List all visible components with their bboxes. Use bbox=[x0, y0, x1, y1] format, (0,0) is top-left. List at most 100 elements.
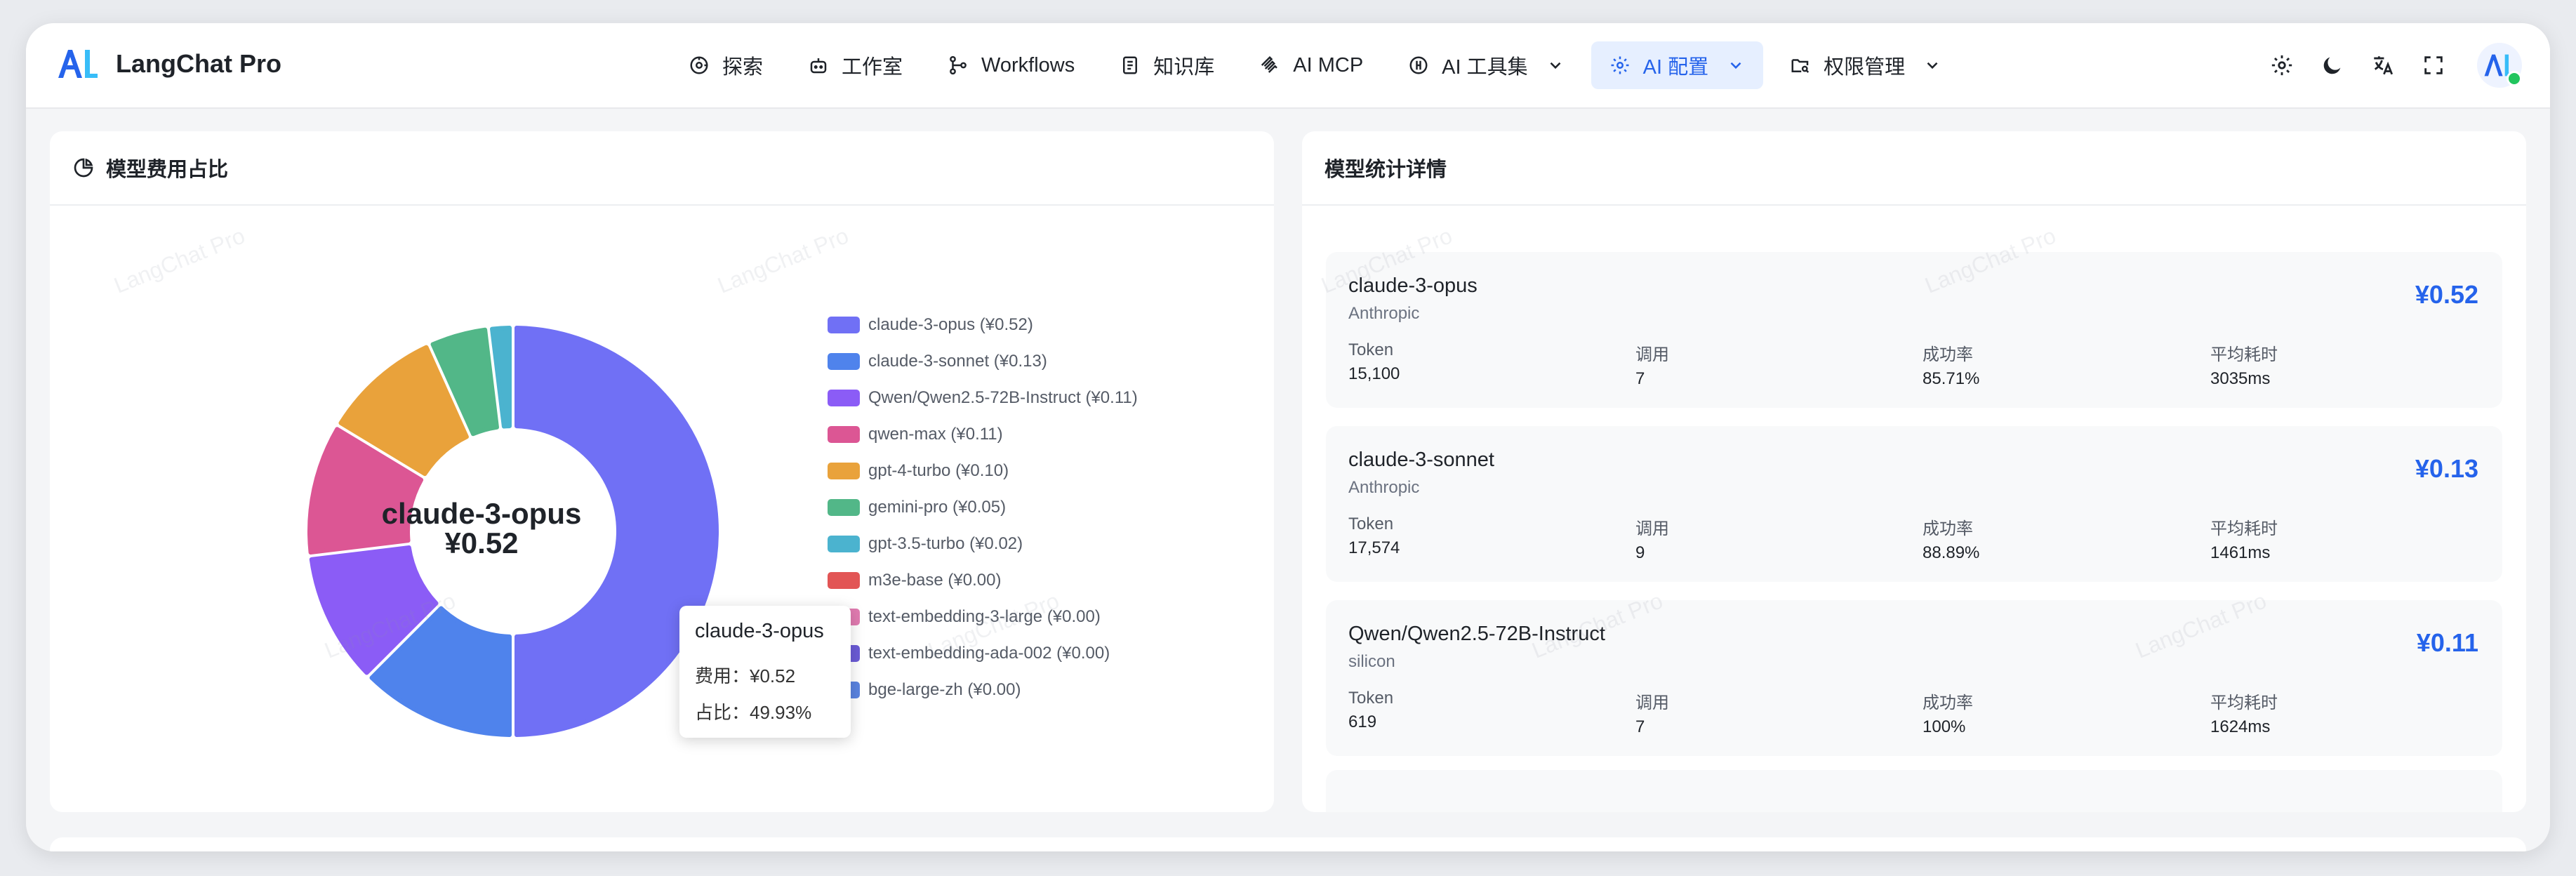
fullscreen-button[interactable] bbox=[2411, 43, 2456, 88]
metric-label: 成功率 bbox=[1923, 345, 1973, 364]
folder-key-icon bbox=[1791, 59, 1810, 73]
language-button[interactable] bbox=[2361, 43, 2405, 88]
nav-item-studio[interactable]: 工作室 bbox=[790, 41, 921, 89]
legend-label: text-embedding-ada-002 (¥0.00) bbox=[868, 644, 1110, 663]
main-nav: 探索 工作室 Workflows 知识库 AI MCP AI 工具集 AI 配置… bbox=[670, 41, 1968, 89]
metric-label: 调用 bbox=[1635, 345, 1669, 364]
avatar[interactable] bbox=[2477, 43, 2522, 88]
legend-item[interactable]: gemini-pro (¥0.05) bbox=[828, 489, 1138, 526]
model-stat-item-partial[interactable] bbox=[1326, 770, 2502, 812]
tooltip-ratio-row: 占比：49.93% bbox=[695, 698, 811, 724]
mcp-icon bbox=[1261, 55, 1278, 73]
legend-swatch bbox=[828, 390, 860, 406]
model-cost: ¥0.11 bbox=[2416, 628, 2478, 657]
legend-label: gpt-3.5-turbo (¥0.02) bbox=[868, 534, 1023, 553]
metric-value: 3035ms bbox=[2210, 369, 2271, 388]
legend-swatch bbox=[828, 426, 860, 443]
card-title: 模型统计详情 bbox=[1324, 159, 1447, 181]
nav-item-knowledge[interactable]: 知识库 bbox=[1101, 41, 1233, 89]
nav-item-permissions[interactable]: 权限管理 bbox=[1772, 41, 1960, 89]
model-cost-card: 模型费用占比 claude-3-opus ¥0.52 claude-3-opus… bbox=[50, 131, 1274, 812]
legend-label: text-embedding-3-large (¥0.00) bbox=[868, 607, 1101, 626]
legend-item[interactable]: qwen-max (¥0.11) bbox=[828, 416, 1138, 453]
app-window: LangChat Pro 探索 工作室 Workflows 知识库 AI MCP bbox=[26, 23, 2550, 851]
metric-value: 7 bbox=[1635, 369, 1645, 388]
legend-label: Qwen/Qwen2.5-72B-Instruct (¥0.11) bbox=[868, 388, 1138, 407]
legend-item[interactable]: gpt-4-turbo (¥0.10) bbox=[828, 453, 1138, 489]
legend-label: qwen-max (¥0.11) bbox=[868, 425, 1003, 444]
fullscreen-icon bbox=[2424, 56, 2443, 74]
legend-swatch bbox=[828, 317, 860, 333]
chart-legend: claude-3-opus (¥0.52) claude-3-sonnet (¥0… bbox=[828, 307, 1138, 708]
brand-name: LangChat Pro bbox=[116, 49, 282, 78]
metric-success-rate: 成功率 85.71% bbox=[1923, 340, 1979, 389]
legend-item[interactable]: gpt-3.5-turbo (¥0.02) bbox=[828, 526, 1138, 562]
nav-item-workflows[interactable]: Workflows bbox=[929, 41, 1093, 89]
legend-swatch bbox=[828, 499, 860, 516]
chevron-down-icon bbox=[1550, 62, 1561, 69]
model-stat-item[interactable]: claude-3-opus Anthropic ¥0.52 Token 15,10… bbox=[1326, 252, 2502, 408]
workflow-icon bbox=[950, 55, 967, 75]
metric-avg-latency: 平均耗时 1624ms bbox=[2210, 689, 2278, 737]
metric-label: Token bbox=[1348, 340, 1394, 359]
nav-item-mcp[interactable]: AI MCP bbox=[1241, 41, 1381, 89]
nav-item-ai-config[interactable]: AI 配置 bbox=[1591, 41, 1764, 89]
metric-value: 17,574 bbox=[1348, 538, 1400, 557]
metric-success-rate: 成功率 88.89% bbox=[1923, 515, 1979, 563]
legend-item[interactable]: claude-3-sonnet (¥0.13) bbox=[828, 343, 1138, 380]
model-cost: ¥0.13 bbox=[2415, 454, 2478, 483]
legend-item[interactable]: m3e-base (¥0.00) bbox=[828, 562, 1138, 599]
tooltip-cost-label: 费用： bbox=[695, 665, 750, 686]
model-name: claude-3-opus bbox=[1348, 274, 1478, 297]
logo-icon bbox=[58, 50, 98, 78]
dark-mode-icon bbox=[2323, 57, 2341, 74]
nav-label: 权限管理 bbox=[1824, 56, 1906, 79]
chart-tooltip: claude-3-opus 费用：¥0.52 占比：49.93% bbox=[679, 606, 851, 738]
metric-calls: 调用 9 bbox=[1635, 515, 1669, 563]
metric-label: 平均耗时 bbox=[2210, 694, 2278, 712]
legend-item[interactable]: bge-large-zh (¥0.00) bbox=[828, 672, 1138, 708]
model-provider: Anthropic bbox=[1348, 304, 1420, 323]
metric-label: 成功率 bbox=[1923, 694, 1973, 712]
legend-swatch bbox=[828, 572, 860, 589]
metric-value: 88.89% bbox=[1923, 543, 1980, 562]
translate-icon bbox=[2374, 56, 2394, 75]
model-name: Qwen/Qwen2.5-72B-Instruct bbox=[1348, 623, 1605, 645]
settings-button[interactable] bbox=[2259, 43, 2304, 88]
gear-icon bbox=[1611, 56, 1629, 74]
metric-value: 100% bbox=[1923, 717, 1966, 736]
metric-value: 7 bbox=[1635, 717, 1645, 736]
tooltip-title: claude-3-opus bbox=[695, 620, 824, 642]
tooltip-ratio-value: 49.93% bbox=[750, 702, 812, 723]
dark-mode-toggle[interactable] bbox=[2310, 43, 2355, 88]
metric-label: 平均耗时 bbox=[2210, 345, 2278, 364]
metric-label: 平均耗时 bbox=[2210, 519, 2278, 538]
robot-icon bbox=[810, 58, 827, 74]
donut-center-label: claude-3-opus ¥0.52 bbox=[369, 499, 594, 558]
brand[interactable]: LangChat Pro bbox=[57, 48, 281, 79]
metric-value: 1461ms bbox=[2210, 543, 2271, 562]
legend-item[interactable]: text-embedding-3-large (¥0.00) bbox=[828, 599, 1138, 635]
metric-value: 15,100 bbox=[1348, 364, 1400, 383]
legend-label: bge-large-zh (¥0.00) bbox=[868, 680, 1021, 699]
tooltip-cost-row: 费用：¥0.52 bbox=[695, 662, 795, 688]
tooltip-cost-value: ¥0.52 bbox=[750, 665, 796, 686]
metric-value: 619 bbox=[1348, 712, 1377, 731]
nav-label: 知识库 bbox=[1153, 56, 1215, 79]
nav-item-explore[interactable]: 探索 bbox=[670, 41, 781, 89]
legend-item[interactable]: Qwen/Qwen2.5-72B-Instruct (¥0.11) bbox=[828, 380, 1138, 416]
model-provider: silicon bbox=[1348, 652, 1395, 671]
donut-center-value: ¥0.52 bbox=[444, 526, 519, 559]
nav-item-ai-tools[interactable]: AI 工具集 bbox=[1390, 41, 1582, 89]
metric-value: 9 bbox=[1635, 543, 1645, 562]
tooltip-ratio-label: 占比： bbox=[695, 702, 750, 723]
metric-value: 1624ms bbox=[2210, 717, 2271, 736]
legend-item[interactable]: text-embedding-ada-002 (¥0.00) bbox=[828, 635, 1138, 672]
legend-item[interactable]: claude-3-opus (¥0.52) bbox=[828, 307, 1138, 343]
model-stat-item[interactable]: Qwen/Qwen2.5-72B-Instruct silicon ¥0.11 … bbox=[1326, 600, 2502, 756]
model-stat-item[interactable]: claude-3-sonnet Anthropic ¥0.13 Token 17,… bbox=[1326, 426, 2502, 582]
metric-label: Token bbox=[1348, 689, 1394, 708]
compass-icon bbox=[690, 56, 708, 74]
online-status-dot bbox=[2507, 71, 2522, 86]
top-navbar: LangChat Pro 探索 工作室 Workflows 知识库 AI MCP bbox=[26, 23, 2550, 109]
